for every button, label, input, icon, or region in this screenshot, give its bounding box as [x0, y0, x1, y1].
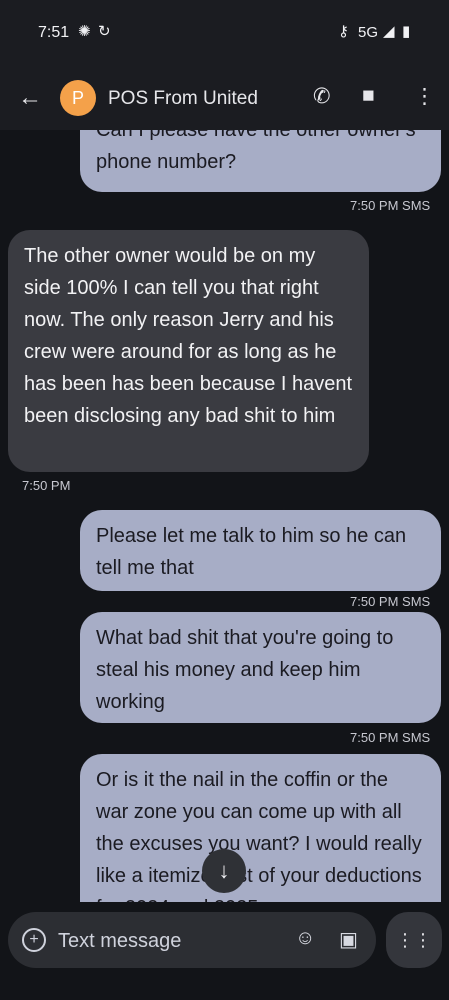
message-composer: + ☺ ▣	[8, 912, 376, 970]
contact-name[interactable]: POS From United	[108, 88, 258, 110]
network-label: 5G	[358, 24, 379, 41]
avatar[interactable]: P	[60, 80, 96, 116]
add-attachment-icon[interactable]: +	[22, 928, 46, 952]
message-bubble-incoming[interactable]: The other owner would be on my side 100%…	[8, 230, 369, 472]
video-icon[interactable]: ■	[362, 84, 375, 108]
conversation-header: ← P POS From United ✆ ■ ⋮	[0, 66, 449, 130]
message-meta: 7:50 PM SMS	[350, 198, 431, 213]
more-icon[interactable]: ⋮	[414, 84, 435, 109]
phone-icon[interactable]: ✆	[313, 84, 331, 109]
message-bubble-outgoing[interactable]: Or is it the nail in the coffin or the w…	[80, 754, 441, 902]
status-bar: 7:51 ✺ ↻ ⚷ 5G ◢ ▮	[0, 0, 449, 66]
voice-record-button[interactable]: ⋮⋮	[386, 912, 442, 968]
signal-icon: ◢	[383, 23, 395, 40]
sync-icon: ↻	[98, 23, 111, 40]
battery-icon: ▮	[402, 23, 411, 40]
message-meta: 7:50 PM	[22, 478, 71, 493]
message-bubble-outgoing[interactable]: What bad shit that you're going to steal…	[80, 612, 441, 723]
status-time: 7:51	[38, 24, 70, 41]
back-icon[interactable]: ←	[18, 84, 42, 112]
message-input[interactable]	[56, 912, 290, 970]
vpn-icon: ⚷	[338, 23, 349, 40]
message-bubble-outgoing[interactable]: Can I please have the other owner's phon…	[80, 130, 441, 192]
message-meta: 7:50 PM SMS	[350, 594, 431, 609]
gallery-icon[interactable]: ▣	[339, 927, 358, 952]
settings-icon: ✺	[78, 23, 91, 40]
message-meta: 7:50 PM SMS	[350, 730, 431, 745]
scroll-down-button[interactable]: ↓	[202, 849, 246, 893]
message-bubble-outgoing[interactable]: Please let me talk to him so he can tell…	[80, 510, 441, 591]
bottom-strip	[0, 972, 449, 1000]
emoji-icon[interactable]: ☺	[295, 927, 315, 950]
message-list[interactable]: Can I please have the other owner's phon…	[0, 130, 449, 902]
